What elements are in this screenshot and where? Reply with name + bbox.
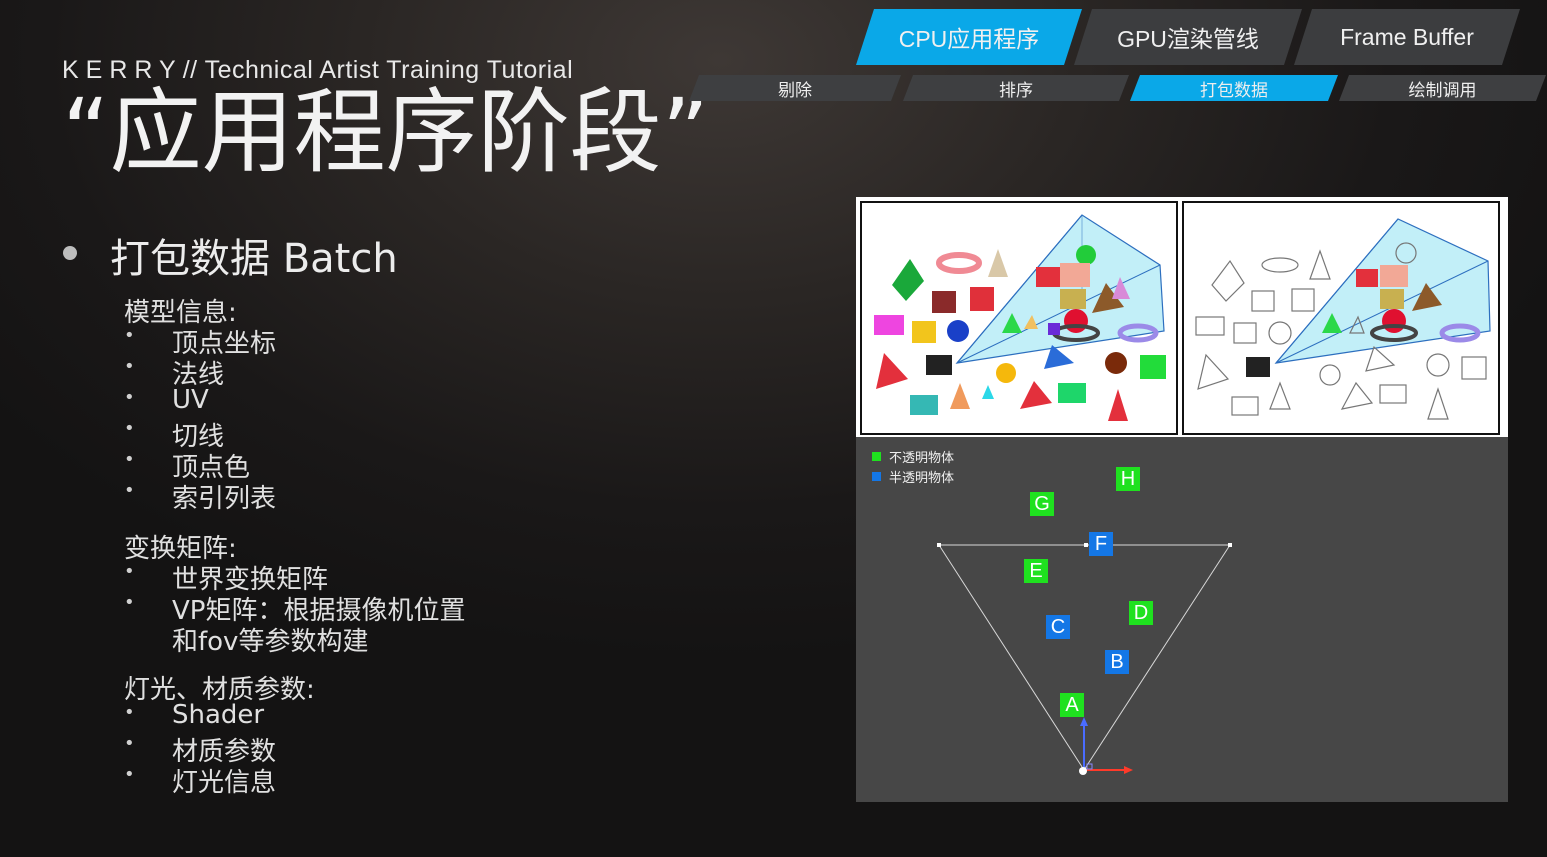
heading-bullet [63, 246, 77, 260]
object-marker-c: C [1046, 615, 1070, 639]
colored-scene-image [860, 201, 1178, 435]
tab-frame-buffer[interactable]: Frame Buffer [1294, 9, 1520, 65]
subtab-culling[interactable]: 剔除 [689, 75, 901, 101]
illustration-panel [856, 197, 1508, 437]
object-marker-f: F [1089, 532, 1113, 556]
object-marker-b: B [1105, 650, 1129, 674]
list-item: Shader [124, 700, 264, 730]
list-item: 索引列表 [124, 478, 276, 515]
frustum-diagram [937, 543, 1232, 775]
page-title: “应用程序阶段” [62, 79, 710, 186]
object-marker-g: G [1030, 492, 1054, 516]
object-marker-a: A [1060, 693, 1084, 717]
scene-view: 不透明物体 半透明物体 H G F E D C B A [856, 437, 1508, 802]
object-marker-e: E [1024, 559, 1048, 583]
subtab-draw-call[interactable]: 绘制调用 [1339, 75, 1546, 101]
object-marker-h: H [1116, 467, 1140, 491]
list-item-continuation: 和fov等参数构建 [172, 627, 369, 657]
tab-gpu-pipeline[interactable]: GPU渲染管线 [1074, 9, 1302, 65]
subtab-sorting[interactable]: 排序 [903, 75, 1129, 101]
object-marker-d: D [1129, 601, 1153, 625]
section-heading: 打包数据 Batch [110, 236, 398, 282]
list-item: UV [124, 385, 209, 415]
list-item: 灯光信息 [124, 762, 276, 799]
tab-cpu-application[interactable]: CPU应用程序 [856, 9, 1082, 65]
subtab-batch-data[interactable]: 打包数据 [1130, 75, 1338, 101]
wireframe-scene-image [1182, 201, 1500, 435]
